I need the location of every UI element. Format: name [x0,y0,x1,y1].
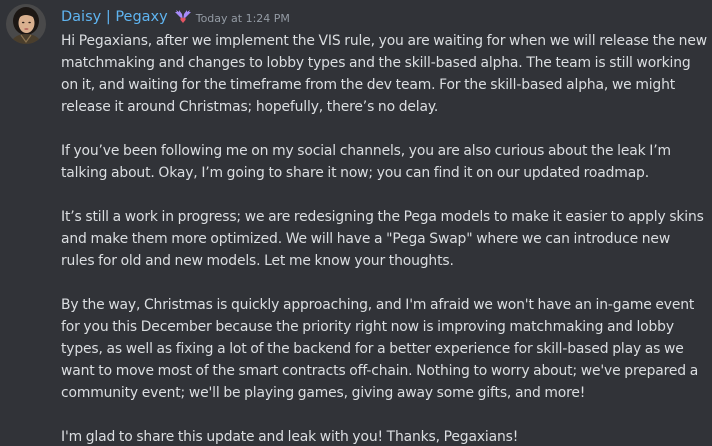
avatar-portrait-icon [6,4,46,44]
message-paragraph: It’s still a work in progress; we are re… [61,209,704,269]
message-content: Hi Pegaxians, after we implement the VIS… [61,30,707,446]
message-timestamp: Today at 1:24 PM [195,11,290,25]
username[interactable]: Daisy | Pegaxy [61,9,168,25]
message-header: Daisy | Pegaxy Today at 1:24 PM [61,7,290,27]
user-avatar[interactable] [6,4,46,44]
pegasus-wings-icon[interactable] [174,10,192,24]
message-paragraph: By the way, Christmas is quickly approac… [61,297,699,401]
message-paragraph: If you’ve been following me on my social… [61,143,671,181]
message-paragraph: I'm glad to share this update and leak w… [61,429,519,445]
chat-message: Daisy | Pegaxy Today at 1:24 PM Hi Pegax… [0,0,712,446]
message-paragraph: Hi Pegaxians, after we implement the VIS… [61,33,707,115]
